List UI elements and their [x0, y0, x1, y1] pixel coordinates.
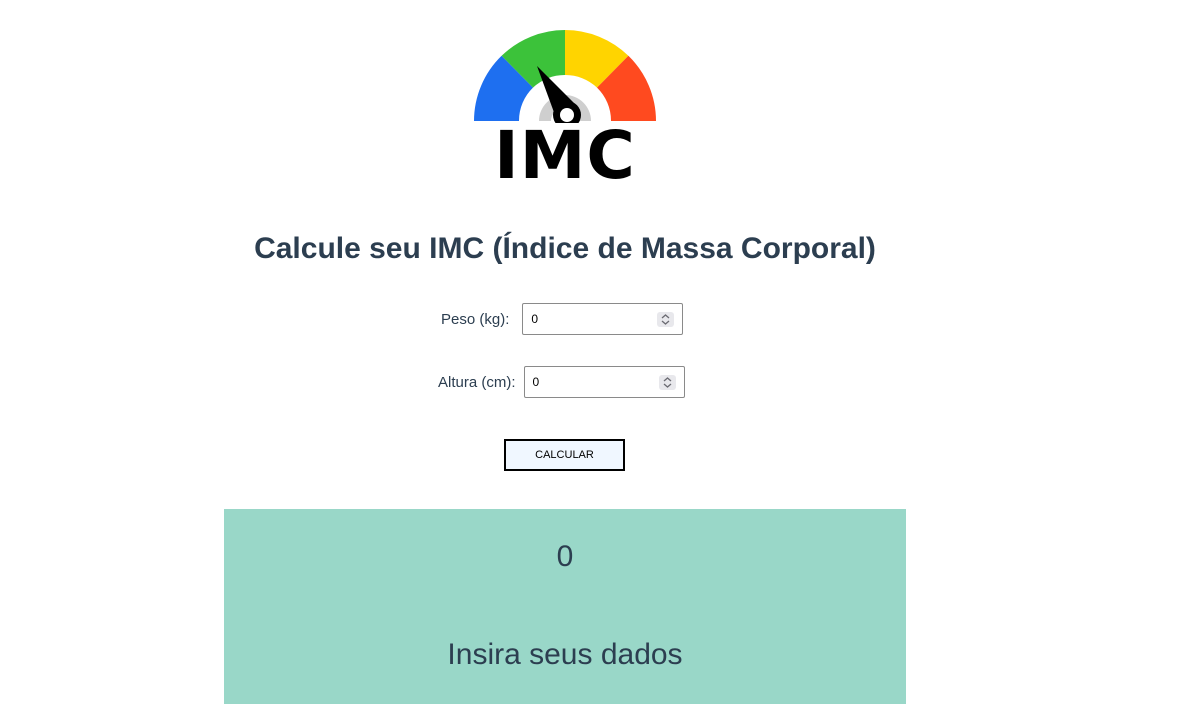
- altura-input[interactable]: [532, 368, 653, 396]
- result-value: 0: [556, 540, 574, 573]
- altura-label: Altura (cm):: [438, 373, 516, 391]
- result-panel: 0 Insira seus dados: [224, 509, 906, 704]
- altura-field[interactable]: [523, 366, 685, 398]
- gauge-icon: [474, 30, 656, 123]
- peso-field[interactable]: [522, 303, 684, 335]
- peso-row: Peso (kg):: [441, 303, 684, 335]
- imc-logo: IMC: [469, 28, 661, 193]
- number-spinner-icon[interactable]: [657, 312, 675, 327]
- peso-input[interactable]: [531, 305, 652, 333]
- result-message: Insira seus dados: [447, 638, 683, 671]
- altura-row: Altura (cm):: [438, 366, 685, 398]
- logo-text: IMC: [494, 117, 636, 194]
- page: IMC Calcule seu IMC (Índice de Massa Cor…: [0, 0, 1190, 728]
- peso-label: Peso (kg):: [441, 310, 510, 328]
- page-title: Calcule seu IMC (Índice de Massa Corpora…: [254, 232, 876, 265]
- calcular-button[interactable]: CALCULAR: [504, 439, 625, 471]
- number-spinner-icon[interactable]: [658, 375, 676, 390]
